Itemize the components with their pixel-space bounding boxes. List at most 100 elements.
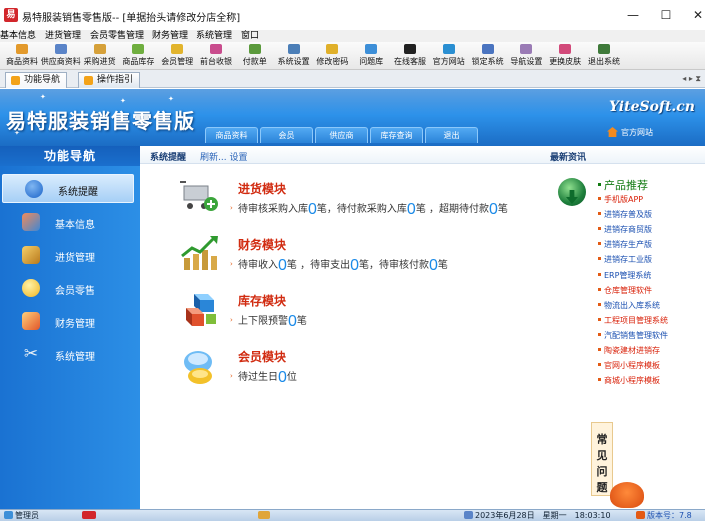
latest-news-title: 最新资讯: [550, 153, 587, 163]
banner: ✦ ✦ ✦ ✦ 易特服装销售零售版 商品资料 会员 供应商 库存查询 退出 Yi…: [0, 89, 705, 146]
sidebar-heading: 功能导航: [0, 146, 140, 166]
menu-purchase[interactable]: 进货管理: [45, 30, 81, 42]
password-icon: [326, 44, 339, 54]
toolbar-button-navigation[interactable]: 导航设置: [508, 42, 544, 70]
toolbar-button-member[interactable]: 会员管理: [159, 42, 195, 70]
skin-icon: [559, 44, 572, 54]
app-icon: 易: [4, 8, 18, 22]
payment-icon: [248, 44, 261, 54]
toolbar-button-purchase[interactable]: 采购进货: [82, 42, 118, 70]
bullet-icon: [598, 272, 601, 276]
toolbar-button-supplier[interactable]: 供应商资料: [41, 42, 81, 70]
product-link[interactable]: 物流出入库系统: [598, 300, 660, 311]
product-link[interactable]: 进销存工业版: [598, 254, 652, 265]
purchase-module[interactable]: › 进货模块 待审核采购入库0笔，待付款采购入库0笔 ，超期待付款0笔: [180, 178, 560, 228]
product-link[interactable]: 仓库管理软件: [598, 285, 652, 296]
sidebar-item-label: 基本信息: [55, 220, 95, 231]
inventory-module[interactable]: › 库存模块 上下限预警0笔: [180, 290, 560, 340]
toolbar-button-website[interactable]: 官方网站: [431, 42, 467, 70]
bullet-icon: [598, 363, 601, 367]
bullet-icon: [598, 317, 601, 321]
product-link[interactable]: 商城小程序模板: [598, 375, 660, 386]
product-link[interactable]: 汽配销售管理软件: [598, 330, 668, 341]
status-version: 版本号：7.8: [636, 510, 692, 521]
website-icon: [442, 44, 455, 54]
sparkle-icon: ✦: [120, 97, 126, 105]
tab-operation-guide[interactable]: 操作指引: [78, 72, 141, 88]
member-module[interactable]: › 会员模块 待过生日0位: [180, 346, 560, 396]
product-link[interactable]: 工程项目管理系统: [598, 315, 668, 326]
toolbar-button-cashier[interactable]: 前台收银: [198, 42, 234, 70]
banner-tab-exit[interactable]: 退出: [425, 127, 478, 143]
product-link[interactable]: 进销存生产版: [598, 239, 652, 250]
bullet-icon: [598, 257, 601, 261]
members-icon: [184, 351, 212, 384]
banner-tab-goods[interactable]: 商品资料: [205, 127, 258, 143]
menu-basic-info[interactable]: 基本信息: [0, 30, 36, 42]
stock-icon: [132, 44, 145, 54]
product-link[interactable]: 进销存商贸版: [598, 224, 652, 235]
finance-module[interactable]: › 财务模块 待审收入0笔 ，待审支出0笔，待审核付款0笔: [180, 234, 560, 284]
mascot-icon[interactable]: [610, 482, 644, 508]
refresh-settings-link[interactable]: 刷新... 设置: [200, 150, 247, 163]
minimize-button[interactable]: —: [618, 4, 648, 26]
clock-icon: [464, 511, 473, 519]
status-datetime: 2023年6月28日 星期一 18:03:10: [464, 510, 611, 521]
supplier-icon: [54, 44, 67, 54]
banner-tab-supplier[interactable]: 供应商: [315, 127, 368, 143]
toolbar-button-exit[interactable]: 退出系统: [586, 42, 622, 70]
menu-member-retail[interactable]: 会员零售管理: [90, 30, 144, 42]
official-site-label: 官方网站: [621, 128, 653, 137]
home-icon: [607, 127, 618, 137]
member-icon: [171, 44, 184, 54]
toolbar-button-support[interactable]: 在线客服: [392, 42, 428, 70]
info-icon: [25, 180, 43, 198]
sidebar-item-member-retail[interactable]: 会员零售: [0, 274, 140, 303]
toolbar-button-stock[interactable]: 商品库存: [120, 42, 156, 70]
bullet-icon: [598, 227, 601, 231]
maximize-button[interactable]: ☐: [651, 4, 681, 26]
tab-label: 功能导航: [24, 75, 61, 85]
bullet-icon: [598, 378, 601, 382]
user-icon: [4, 511, 13, 519]
menu-window[interactable]: 窗口: [241, 30, 259, 42]
banner-tab-member[interactable]: 会员: [260, 127, 313, 143]
support-icon: [404, 44, 416, 54]
finance-chart-icon: [181, 236, 218, 270]
sidebar-item-label: 系统提醒: [58, 187, 98, 198]
toolbar-button-payment[interactable]: 付款单: [237, 42, 273, 70]
toolbar-button-skin[interactable]: 更换皮肤: [547, 42, 583, 70]
banner-tab-stock[interactable]: 库存查询: [370, 127, 423, 143]
member-icon: [22, 279, 40, 297]
sidebar-item-system[interactable]: ✂ 系统管理: [0, 340, 140, 369]
product-link[interactable]: 官网小程序模板: [598, 360, 660, 371]
toolbar-button-faq[interactable]: 问题库: [353, 42, 389, 70]
menu-finance[interactable]: 财务管理: [152, 30, 188, 42]
toolbar-button-settings[interactable]: 系统设置: [276, 42, 312, 70]
purchase-icon: [93, 44, 106, 54]
product-link[interactable]: ERP管理系统: [598, 270, 651, 281]
finance-icon: [22, 312, 40, 330]
product-link[interactable]: 陶瓷建材进销存: [598, 345, 660, 356]
official-site-link[interactable]: 官方网站: [607, 127, 653, 138]
toolbar-button-lock[interactable]: 锁定系统: [470, 42, 506, 70]
avatar-icon: [258, 511, 270, 519]
product-link[interactable]: 手机版APP: [598, 194, 643, 205]
version-icon: [636, 511, 645, 519]
status-avatar: [258, 510, 272, 521]
product-link[interactable]: 进销存普及版: [598, 209, 652, 220]
menu-system[interactable]: 系统管理: [196, 30, 232, 42]
bullet-icon: [598, 197, 601, 200]
arrow-icon: ›: [230, 260, 233, 268]
faq-panel[interactable]: 常见问题: [591, 422, 613, 496]
tab-scroll-arrows[interactable]: ◂ ▸ ⧗: [682, 74, 701, 84]
toolbar-button-password[interactable]: 修改密码: [314, 42, 350, 70]
sidebar-item-purchase[interactable]: 进货管理: [0, 241, 140, 270]
close-button[interactable]: ✕: [683, 4, 705, 26]
toolbar-button-goods[interactable]: 商品资料: [4, 42, 40, 70]
module-title: 财务模块: [238, 238, 287, 252]
tab-function-nav[interactable]: 功能导航: [5, 72, 68, 88]
sidebar-item-finance[interactable]: 财务管理: [0, 307, 140, 336]
sidebar-item-basic-info[interactable]: 基本信息: [0, 208, 140, 237]
sidebar-item-system-reminder[interactable]: 系统提醒: [2, 174, 134, 203]
